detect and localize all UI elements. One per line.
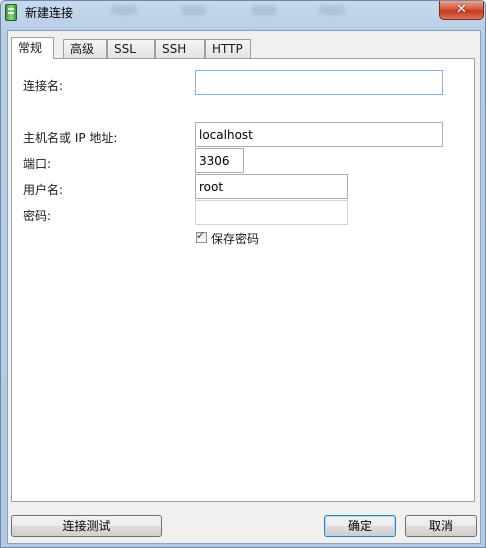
background-window-titles [101, 5, 381, 17]
save-password-checkbox[interactable]: ✓ [196, 229, 207, 243]
save-password-label[interactable]: 保存密码 [211, 230, 259, 247]
ok-button[interactable]: 确定 [324, 515, 396, 537]
app-icon [5, 4, 17, 21]
username-input[interactable] [195, 174, 348, 199]
password-input[interactable] [195, 200, 348, 225]
test-connection-button[interactable]: 连接测试 [11, 515, 162, 537]
tab-http[interactable]: HTTP [205, 39, 251, 58]
tab-ssl-label: SSL [114, 42, 136, 56]
new-connection-dialog: 新建连接 ✕ 常规 高级 SSL SSH HTTP 连接名: 主机名或 IP 地… [0, 0, 486, 548]
port-label: 端口: [23, 157, 52, 171]
checkmark-icon: ✓ [196, 229, 206, 242]
host-input[interactable] [195, 122, 443, 147]
close-button[interactable]: ✕ [439, 1, 484, 20]
dialog-client-area: 常规 高级 SSL SSH HTTP 连接名: 主机名或 IP 地址: 端口: … [7, 30, 481, 544]
tab-advanced[interactable]: 高级 [63, 39, 107, 58]
tab-ssh-label: SSH [162, 42, 187, 56]
host-label: 主机名或 IP 地址: [23, 131, 118, 145]
general-tab-panel: 连接名: 主机名或 IP 地址: 端口: 用户名: 密码: ✓ 保存密码 [11, 58, 475, 502]
tab-ssh[interactable]: SSH [155, 39, 205, 58]
tab-general[interactable]: 常规 [11, 37, 54, 59]
connection-name-label: 连接名: [23, 79, 64, 93]
cancel-button[interactable]: 取消 [405, 515, 477, 537]
window-title: 新建连接 [25, 6, 74, 20]
port-input[interactable] [195, 148, 244, 173]
connection-name-input[interactable] [195, 70, 443, 95]
close-icon: ✕ [456, 2, 467, 17]
password-label: 密码: [23, 209, 52, 223]
tab-ssl[interactable]: SSL [107, 39, 155, 58]
tab-general-label: 常规 [18, 41, 43, 55]
tab-advanced-label: 高级 [70, 42, 95, 56]
tab-http-label: HTTP [212, 42, 243, 56]
username-label: 用户名: [23, 183, 64, 197]
title-bar[interactable]: 新建连接 ✕ [1, 1, 485, 23]
